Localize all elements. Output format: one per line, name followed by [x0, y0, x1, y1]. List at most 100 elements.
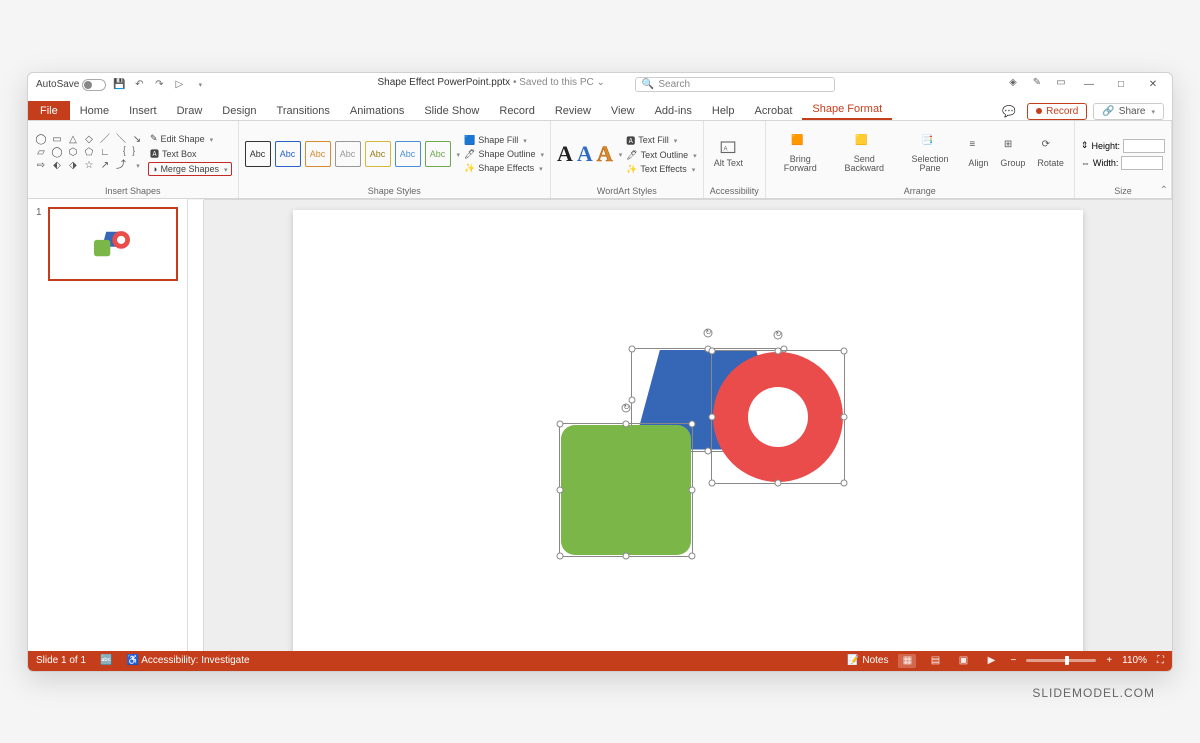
text-effects-button[interactable]: ✨ Text Effects: [626, 163, 696, 176]
accessibility-status[interactable]: ♿ Accessibility: Investigate: [127, 655, 250, 666]
zoom-out-button[interactable]: −: [1010, 655, 1016, 666]
edit-shape-button[interactable]: ✎ Edit Shape: [148, 132, 232, 145]
collapse-ribbon-icon[interactable]: ⌃: [1160, 185, 1168, 196]
group-label-arrange: Arrange: [772, 185, 1068, 196]
slide-counter[interactable]: Slide 1 of 1: [36, 655, 86, 666]
tab-draw[interactable]: Draw: [167, 101, 213, 120]
autosave-pill[interactable]: [82, 79, 106, 91]
share-button[interactable]: 🔗 Share: [1093, 103, 1164, 120]
shape-outline-button[interactable]: 🖊 Shape Outline: [464, 148, 544, 161]
width-field[interactable]: ⇔ Width:: [1081, 156, 1165, 170]
tab-transitions[interactable]: Transitions: [267, 101, 340, 120]
merge-shapes-button[interactable]: ◑ Merge Shapes: [148, 162, 232, 176]
alt-text-button[interactable]: A Alt Text: [710, 139, 747, 168]
document-title: Shape Effect PowerPoint.pptx • Saved to …: [377, 77, 604, 92]
style-more-icon[interactable]: [455, 149, 461, 160]
spellcheck-icon[interactable]: 🔤: [100, 655, 112, 666]
group-label-access: Accessibility: [710, 185, 759, 196]
text-fill-button[interactable]: 🅰 Text Fill: [626, 133, 696, 148]
shape-effects-button[interactable]: ✨ Shape Effects: [464, 162, 544, 175]
sorter-view-icon[interactable]: ▤: [926, 654, 944, 668]
normal-view-icon[interactable]: ▦: [898, 654, 916, 668]
rotate-handle-icon[interactable]: [774, 330, 783, 339]
undo-icon[interactable]: ↶: [132, 78, 146, 92]
fit-to-window-icon[interactable]: ⛶: [1157, 655, 1164, 666]
autosave-label: AutoSave: [36, 79, 79, 90]
group-label-size: Size: [1081, 185, 1165, 196]
diamond-icon[interactable]: ◈: [1006, 76, 1020, 90]
bring-forward-button[interactable]: 🟧Bring Forward: [772, 135, 829, 174]
shape-fill-button[interactable]: 🟦 Shape Fill: [464, 134, 544, 147]
slide-1[interactable]: [293, 210, 1083, 651]
text-outline-button[interactable]: 🖊 Text Outline: [626, 149, 696, 162]
search-input[interactable]: 🔍 Search: [635, 77, 835, 92]
tab-shape-format[interactable]: Shape Format: [802, 99, 892, 120]
slideshow-icon[interactable]: ▷: [172, 78, 186, 92]
send-backward-button[interactable]: 🟨Send Backward: [833, 135, 896, 174]
tab-review[interactable]: Review: [545, 101, 601, 120]
search-icon: 🔍: [642, 79, 654, 90]
shape-style-gallery[interactable]: Abc Abc Abc Abc Abc Abc Abc: [245, 141, 451, 167]
slide-thumbnails[interactable]: 1: [28, 199, 188, 651]
zoom-in-button[interactable]: +: [1106, 655, 1112, 666]
text-box-button[interactable]: 🅰 Text Box: [148, 146, 232, 161]
zoom-slider[interactable]: [1026, 659, 1096, 662]
zoom-level[interactable]: 110%: [1122, 655, 1147, 666]
style-preset[interactable]: Abc: [275, 141, 301, 167]
style-preset[interactable]: Abc: [395, 141, 421, 167]
ribbon-mode-icon[interactable]: ▭: [1054, 76, 1068, 90]
shapes-gallery[interactable]: ◯▭△◇／＼↘ ▱◯⬡⬠∟｛｝ ⇨⬖⬗☆↗⤴: [34, 135, 144, 173]
height-field[interactable]: ⇕ Height:: [1081, 139, 1165, 153]
wordart-preset[interactable]: A: [577, 141, 593, 167]
slideshow-view-icon[interactable]: ▶: [982, 654, 1000, 668]
tab-insert[interactable]: Insert: [119, 101, 167, 120]
tab-record[interactable]: Record: [489, 101, 544, 120]
slide-thumbnail-1[interactable]: [48, 207, 178, 281]
tab-slideshow[interactable]: Slide Show: [414, 101, 489, 120]
align-button[interactable]: ≡Align: [964, 139, 992, 168]
width-input[interactable]: [1121, 156, 1163, 170]
style-preset[interactable]: Abc: [245, 141, 271, 167]
group-shape-styles: Abc Abc Abc Abc Abc Abc Abc 🟦 Shape Fill…: [239, 121, 552, 198]
tab-addins[interactable]: Add-ins: [645, 101, 702, 120]
record-button[interactable]: Record: [1027, 103, 1087, 120]
maximize-button[interactable]: □: [1110, 76, 1132, 94]
tab-design[interactable]: Design: [212, 101, 266, 120]
watermark: SLIDEMODEL.COM: [1032, 686, 1155, 700]
style-preset[interactable]: Abc: [365, 141, 391, 167]
style-preset[interactable]: Abc: [425, 141, 451, 167]
tab-view[interactable]: View: [601, 101, 645, 120]
titlebar: AutoSave 💾 ↶ ↷ ▷ Shape Effect PowerPoint…: [28, 73, 1172, 97]
close-button[interactable]: ✕: [1142, 76, 1164, 94]
wordart-gallery[interactable]: A A A: [557, 141, 613, 167]
style-preset[interactable]: Abc: [335, 141, 361, 167]
thumb-number: 1: [36, 207, 42, 281]
notes-button[interactable]: 📝 Notes: [847, 655, 888, 666]
powerpoint-window: AutoSave 💾 ↶ ↷ ▷ Shape Effect PowerPoint…: [27, 72, 1173, 672]
minimize-button[interactable]: —: [1078, 76, 1100, 94]
group-button[interactable]: ⊞Group: [996, 139, 1029, 168]
reading-view-icon[interactable]: ▣: [954, 654, 972, 668]
search-placeholder: Search: [658, 79, 690, 90]
height-input[interactable]: [1123, 139, 1165, 153]
rotate-handle-icon[interactable]: [704, 328, 713, 337]
eraser-icon[interactable]: ✎: [1030, 76, 1044, 90]
qat-more-icon[interactable]: [192, 78, 206, 92]
tab-home[interactable]: Home: [70, 101, 119, 120]
tab-animations[interactable]: Animations: [340, 101, 414, 120]
selection-pane-button[interactable]: 📑Selection Pane: [900, 135, 961, 174]
wordart-preset[interactable]: A: [557, 141, 573, 167]
redo-icon[interactable]: ↷: [152, 78, 166, 92]
tab-acrobat[interactable]: Acrobat: [745, 101, 803, 120]
wordart-more-icon[interactable]: [617, 149, 623, 160]
canvas[interactable]: [204, 200, 1172, 651]
rotate-button[interactable]: ⟳Rotate: [1033, 139, 1068, 168]
autosave-toggle[interactable]: AutoSave: [36, 79, 106, 91]
wordart-preset[interactable]: A: [597, 141, 613, 167]
save-icon[interactable]: 💾: [112, 78, 126, 92]
rotate-handle-icon[interactable]: [622, 403, 631, 412]
style-preset[interactable]: Abc: [305, 141, 331, 167]
tab-file[interactable]: File: [28, 101, 70, 120]
tab-help[interactable]: Help: [702, 101, 745, 120]
comments-icon[interactable]: 💬: [1001, 103, 1017, 120]
